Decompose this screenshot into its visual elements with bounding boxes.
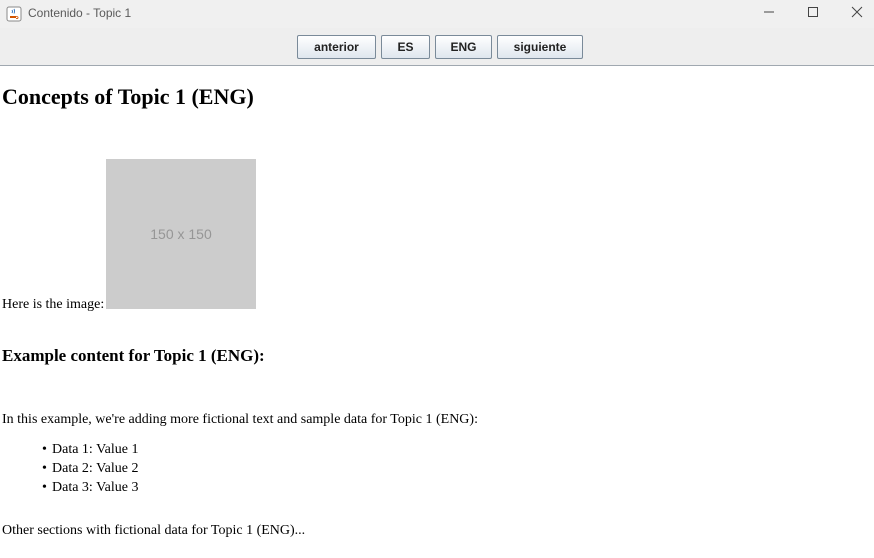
minimize-button[interactable] [746, 0, 792, 28]
section-heading: Example content for Topic 1 (ENG): [2, 346, 265, 365]
list-item-text: Data 1: Value 1 [52, 442, 139, 457]
footer-text: Other sections with fictional data for T… [2, 523, 306, 538]
previous-button[interactable]: anterior [297, 35, 376, 59]
list-item: • Data 1: Value 1 [42, 442, 139, 457]
window-title: Contenido - Topic 1 [28, 6, 132, 20]
list-item: • Data 2: Value 2 [42, 461, 139, 476]
page-title: Concepts of Topic 1 (ENG) [2, 84, 254, 109]
english-language-button[interactable]: ENG [435, 35, 492, 59]
intro-paragraph: In this example, we're adding more ficti… [2, 412, 478, 427]
next-button[interactable]: siguiente [497, 35, 583, 59]
image-label: Here is the image: [2, 297, 105, 312]
java-coffee-icon [6, 6, 22, 22]
list-item: • Data 3: Value 3 [42, 480, 139, 495]
navigation-toolbar: anterior ES ENG siguiente [0, 28, 874, 66]
title-bar: Contenido - Topic 1 [0, 0, 874, 28]
placeholder-image: 150 x 150 [106, 159, 256, 309]
list-item-text: Data 3: Value 3 [52, 480, 139, 495]
content-pane[interactable]: Concepts of Topic 1 (ENG) Here is the im… [0, 66, 874, 558]
data-list: • Data 1: Value 1 • Data 2: Value 2 • Data … [42, 440, 138, 497]
placeholder-image-text: 150 x 150 [150, 226, 212, 242]
maximize-icon [807, 5, 819, 23]
close-button[interactable] [834, 0, 874, 28]
maximize-button[interactable] [790, 0, 836, 28]
spanish-language-button[interactable]: ES [381, 35, 430, 59]
list-item-text: Data 2: Value 2 [52, 461, 139, 476]
minimize-icon [763, 5, 775, 23]
close-icon [851, 5, 863, 23]
